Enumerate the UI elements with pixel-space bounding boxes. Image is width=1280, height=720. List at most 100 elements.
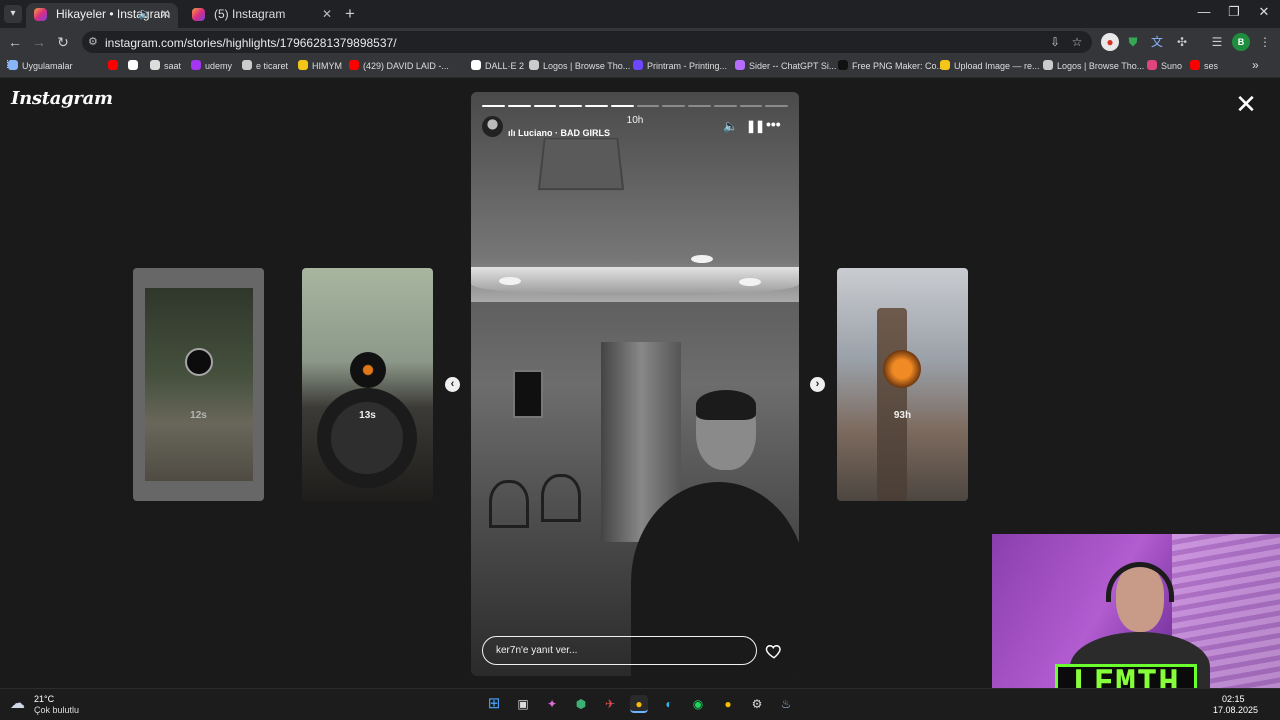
bookmark-favicon-icon [150,60,160,70]
tab-title: (5) Instagram [214,7,286,21]
story-image-light [739,278,761,286]
spotify-icon[interactable]: ◉ [689,695,707,713]
chrome-taskbar-icon[interactable]: ● [630,695,648,713]
forward-button[interactable]: → [30,34,48,50]
story-progress-segment [585,105,608,107]
story-preview-card[interactable]: 12s [133,268,264,501]
bookmark-item[interactable]: HIMYM [298,60,342,71]
next-story-button[interactable]: › [810,377,825,392]
chrome-profile-icon[interactable]: ● [719,695,737,713]
bookmark-item[interactable] [108,60,122,71]
edge-icon[interactable]: ◐ [660,695,678,713]
tab-search-button[interactable]: ▾ [4,5,22,23]
taskbar-time[interactable]: 02:15 [1222,694,1245,704]
bookmark-item[interactable]: Free PNG Maker: Co... [838,60,944,71]
story-progress-segment [688,105,711,107]
story-image-light [499,277,521,285]
instagram-favicon-icon [192,8,205,21]
tab-close-icon[interactable]: ✕ [322,3,332,25]
copilot-icon[interactable]: ✦ [543,695,561,713]
preview-steering-wheel [317,388,417,488]
bookmark-label: Printram - Printing... [647,61,728,71]
weather-description[interactable]: Çok bulutlu [34,705,79,715]
extension-shield-icon[interactable]: ⛊ [1124,33,1142,51]
bookmark-item[interactable]: Uygulamalar [8,60,73,71]
story-progress-segment [507,105,531,107]
bookmark-item[interactable]: Logos | Browse Tho... [529,60,630,71]
cloudy-weather-icon[interactable]: ☁ [10,694,25,712]
bookmark-favicon-icon [242,60,252,70]
close-viewer-button[interactable]: ✕ [1233,91,1259,118]
like-heart-icon[interactable] [765,642,783,660]
bookmark-label: Suno [1161,61,1183,71]
audio-playing-icon[interactable]: 🔈 [138,3,152,25]
bookmark-favicon-icon [128,60,138,70]
bookmark-item[interactable]: udemy [191,60,232,71]
bookmark-favicon-icon [349,60,359,70]
bookmark-item[interactable] [128,60,142,71]
story-preview-card[interactable]: 93h [837,268,968,501]
weather-temperature[interactable]: 21°C [34,694,54,704]
extension-translate-icon[interactable]: 文 [1148,33,1166,51]
bookmark-item[interactable]: saat [150,60,181,71]
bookmark-item[interactable]: DALL·E 2 [471,60,524,71]
extension-record-icon[interactable]: ● [1101,33,1119,51]
bookmark-item[interactable]: e ticaret [242,60,288,71]
instagram-logo[interactable]: Instagram [11,88,113,109]
profile-avatar[interactable]: B [1232,33,1250,51]
back-button[interactable]: ← [6,34,24,50]
restore-button[interactable]: ❐ [1219,4,1249,20]
bookmark-star-icon[interactable]: ☆ [1068,33,1086,51]
bookmark-item[interactable]: (429) DAVID LAID -... [349,60,449,71]
bookmark-item[interactable]: Logos | Browse Tho... [1043,60,1144,71]
instagram-favicon-icon [34,8,47,21]
story-image-chair [489,480,529,528]
steam-icon[interactable]: ♨ [777,695,795,713]
taskbar-date[interactable]: 17.08.2025 [1213,705,1258,715]
bookmark-label: Sider -- ChatGPT Si... [749,61,837,71]
preview-avatar [883,350,921,388]
reading-list-icon[interactable]: ☰ [1208,33,1226,51]
previous-story-button[interactable]: ‹ [445,377,460,392]
site-info-icon[interactable]: ⚙ [88,35,98,48]
story-progress-segment [636,105,660,107]
minimize-button[interactable]: — [1189,4,1219,19]
bookmark-favicon-icon [529,60,539,70]
bookmark-item[interactable]: Printram - Printing... [633,60,727,71]
audio-bars-icon: ılı [508,128,519,138]
story-music-label[interactable]: ılı Luciano · BAD GIRLS [508,128,610,138]
story-music-text: Luciano · BAD GIRLS [518,128,611,138]
bookmarks-overflow-button[interactable]: » [1252,58,1259,72]
headset-icon [1106,562,1174,602]
new-tab-button[interactable]: + [345,4,355,24]
bookmark-item[interactable]: ses [1190,60,1218,71]
window-close-button[interactable]: ✕ [1249,4,1279,20]
bookmark-favicon-icon [838,60,848,70]
active-story[interactable]: 10h ılı Luciano · BAD GIRLS 🔈 ❚❚ ••• [471,92,799,676]
extensions-puzzle-icon[interactable]: ✣ [1173,33,1191,51]
install-app-icon[interactable]: ⇩ [1046,33,1064,51]
bookmark-favicon-icon [298,60,308,70]
bookmark-label: saat [164,61,182,71]
bookmark-favicon-icon [735,60,745,70]
more-options-icon[interactable]: ••• [766,116,781,132]
tab-instagram[interactable]: (5) Instagram ✕ [184,3,340,28]
app-shield-icon[interactable]: ⬢ [572,695,590,713]
browser-menu-icon[interactable]: ⋮ [1256,33,1274,51]
reply-input[interactable] [482,636,757,665]
app-red-icon[interactable]: ✈ [601,695,619,713]
app-gear-icon[interactable]: ⚙ [748,695,766,713]
bookmark-item[interactable]: Sider -- ChatGPT Si... [735,60,836,71]
tab-close-icon[interactable]: ✕ [160,3,170,25]
story-preview-card[interactable]: 13s [302,268,433,501]
reload-button[interactable]: ↻ [54,34,72,51]
pause-icon[interactable]: ❚❚ [746,119,765,133]
volume-icon[interactable]: 🔈 [723,119,738,133]
bookmark-item[interactable]: Suno [1147,60,1182,71]
tab-hikayeler[interactable]: Hikayeler • Instagram 🔈 ✕ [26,3,178,28]
url-text[interactable]: instagram.com/stories/highlights/1796628… [105,36,397,50]
start-button[interactable]: ⊞ [485,695,503,713]
task-view-icon[interactable]: ▣ [514,695,532,713]
story-image-vent [537,137,625,191]
bookmark-item[interactable]: Upload Image — re... [940,60,1040,71]
